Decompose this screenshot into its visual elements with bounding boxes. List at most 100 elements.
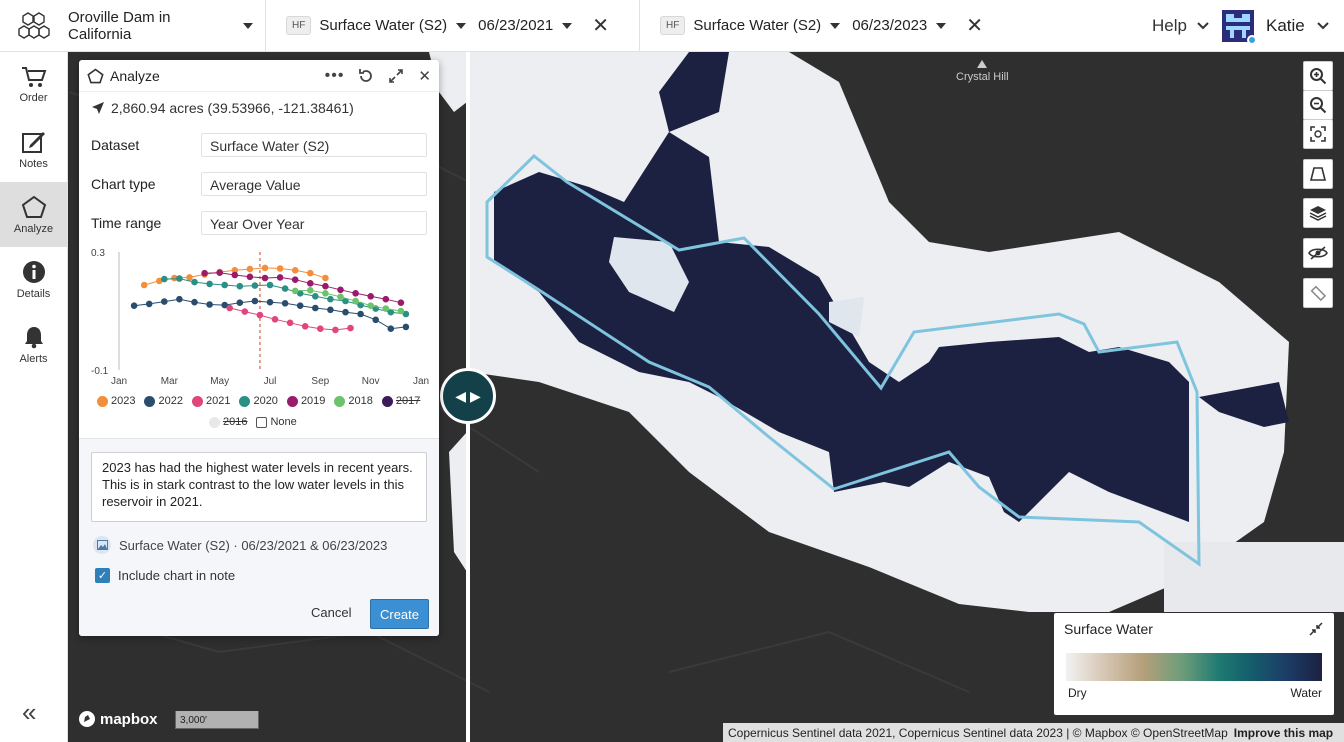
legend-item-2019[interactable]: 2019 bbox=[286, 395, 326, 407]
attachment-text: Surface Water (S2) · 06/23/2021 & 06/23/… bbox=[119, 537, 388, 553]
perspective-button[interactable] bbox=[1303, 159, 1333, 189]
hf-badge: HF bbox=[286, 16, 312, 35]
location-arrow-icon bbox=[92, 102, 104, 114]
time-range-select[interactable]: Year Over Year bbox=[201, 211, 427, 235]
sidebar: Order Notes Analyze Details Alerts « bbox=[0, 52, 68, 742]
include-chart-checkbox[interactable]: ✓ bbox=[95, 568, 110, 583]
toggle-visibility-button[interactable] bbox=[1303, 238, 1333, 268]
layer-right-dataset[interactable]: Surface Water (S2) bbox=[693, 17, 821, 34]
zoom-in-icon bbox=[1310, 68, 1327, 85]
note-attachment: Surface Water (S2) · 06/23/2021 & 06/23/… bbox=[93, 536, 387, 554]
chevron-down-icon[interactable] bbox=[830, 22, 841, 29]
legend-item-none[interactable]: None bbox=[256, 416, 297, 428]
improve-map-link[interactable]: Improve this map bbox=[1234, 726, 1333, 740]
fit-bounds-button[interactable] bbox=[1303, 119, 1333, 149]
expand-icon[interactable] bbox=[388, 68, 404, 84]
create-button[interactable]: Create bbox=[370, 599, 429, 629]
close-icon[interactable]: ✕ bbox=[966, 16, 983, 36]
legend-item-2018[interactable]: 2018 bbox=[334, 395, 373, 407]
legend-checkbox[interactable] bbox=[256, 416, 268, 428]
layer-left-date[interactable]: 06/23/2021 bbox=[478, 17, 553, 34]
data-point-2019 bbox=[367, 293, 375, 300]
legend-item-2016[interactable]: 2016 bbox=[209, 416, 247, 428]
sidebar-item-order[interactable]: Order bbox=[0, 52, 67, 117]
zoom-in-button[interactable] bbox=[1303, 61, 1333, 91]
dataset-select[interactable]: Surface Water (S2) bbox=[201, 133, 427, 157]
map-legend: Surface Water Dry Water bbox=[1054, 613, 1334, 715]
image-icon bbox=[93, 536, 111, 554]
include-chart-option[interactable]: ✓ Include chart in note bbox=[95, 568, 235, 583]
x-tick-label: May bbox=[210, 376, 229, 387]
panel-title: Analyze bbox=[110, 67, 160, 84]
legend-item-2022[interactable]: 2022 bbox=[144, 395, 183, 407]
legend-item-2017[interactable]: 2017 bbox=[381, 395, 421, 407]
close-icon[interactable]: ✕ bbox=[592, 16, 609, 36]
chart-type-select[interactable]: Average Value bbox=[201, 172, 427, 196]
x-tick-label: Mar bbox=[161, 376, 179, 387]
data-point-2020 bbox=[312, 293, 319, 300]
hf-badge: HF bbox=[660, 16, 686, 35]
legend-swatch bbox=[286, 395, 298, 407]
layer-left-dataset[interactable]: Surface Water (S2) bbox=[319, 17, 447, 34]
layer-right-date[interactable]: 06/23/2023 bbox=[852, 17, 927, 34]
layer-right-control: HF Surface Water (S2) 06/23/2023 ✕ bbox=[640, 0, 1013, 52]
data-point-2022 bbox=[236, 299, 244, 306]
legend-item-2020[interactable]: 2020 bbox=[239, 395, 278, 407]
legend-item-2023[interactable]: 2023 bbox=[97, 395, 135, 407]
data-point-2019 bbox=[397, 299, 405, 306]
legend-label: 2019 bbox=[300, 395, 326, 407]
legend-swatch bbox=[334, 395, 346, 407]
reset-icon[interactable] bbox=[358, 68, 374, 84]
include-chart-label: Include chart in note bbox=[118, 568, 236, 583]
chevron-down-icon[interactable] bbox=[562, 22, 573, 29]
chart-type-row: Chart type Average Value bbox=[91, 172, 427, 196]
data-point-2023 bbox=[291, 267, 299, 274]
legend-label: None bbox=[270, 416, 297, 428]
data-point-2021 bbox=[317, 325, 324, 332]
note-textarea[interactable]: 2023 has had the highest water levels in… bbox=[91, 452, 427, 522]
location-selector[interactable]: Oroville Dam in California bbox=[68, 0, 266, 52]
help-menu[interactable]: Help bbox=[1152, 0, 1209, 52]
legend-label: 2016 bbox=[223, 416, 248, 428]
chart-legend-row-2: 2016 None bbox=[209, 416, 306, 428]
layers-button[interactable] bbox=[1303, 198, 1333, 228]
chevron-down-icon[interactable] bbox=[456, 22, 467, 29]
sidebar-item-analyze[interactable]: Analyze bbox=[0, 182, 67, 247]
collapse-sidebar-button[interactable]: « bbox=[22, 697, 36, 728]
data-point-2022 bbox=[296, 302, 304, 309]
cancel-button[interactable]: Cancel bbox=[311, 605, 351, 620]
mapbox-logo[interactable]: mapbox bbox=[78, 710, 158, 728]
legend-swatch bbox=[209, 416, 220, 428]
sidebar-item-notes[interactable]: Notes bbox=[0, 117, 67, 182]
legend-low-label: Dry bbox=[1068, 686, 1087, 700]
data-point-2019 bbox=[231, 271, 239, 279]
data-point-2019 bbox=[322, 282, 329, 290]
x-tick-label: Nov bbox=[362, 376, 380, 387]
data-point-2018 bbox=[337, 293, 344, 301]
avatar bbox=[1222, 10, 1257, 45]
dataset-row: Dataset Surface Water (S2) bbox=[91, 133, 427, 157]
swipe-handle[interactable]: ◀ ▶ bbox=[440, 368, 496, 424]
x-tick-label: Jan bbox=[111, 376, 127, 387]
data-point-2022 bbox=[145, 300, 153, 308]
collapse-legend-icon[interactable] bbox=[1308, 621, 1324, 637]
zoom-out-button[interactable] bbox=[1303, 90, 1333, 120]
legend-label: 2017 bbox=[395, 395, 421, 407]
arrow-left-right-icon: ◀ ▶ bbox=[455, 387, 481, 404]
data-point-2022 bbox=[251, 297, 259, 305]
sidebar-item-alerts[interactable]: Alerts bbox=[0, 312, 67, 377]
data-point-2020 bbox=[206, 280, 213, 288]
legend-label: 2021 bbox=[205, 395, 231, 407]
more-options-icon[interactable]: ••• bbox=[325, 67, 345, 85]
legend-high-label: Water bbox=[1290, 686, 1322, 700]
data-point-2019 bbox=[382, 295, 390, 303]
measure-button[interactable] bbox=[1303, 278, 1333, 308]
sidebar-item-details[interactable]: Details bbox=[0, 247, 67, 312]
app-logo[interactable] bbox=[0, 0, 68, 52]
user-menu[interactable]: Katie bbox=[1222, 0, 1329, 52]
close-icon[interactable]: ✕ bbox=[418, 67, 431, 85]
legend-item-2021[interactable]: 2021 bbox=[191, 395, 231, 407]
info-icon bbox=[22, 260, 45, 283]
chevron-down-icon[interactable] bbox=[936, 22, 947, 29]
status-dot bbox=[1247, 35, 1257, 45]
